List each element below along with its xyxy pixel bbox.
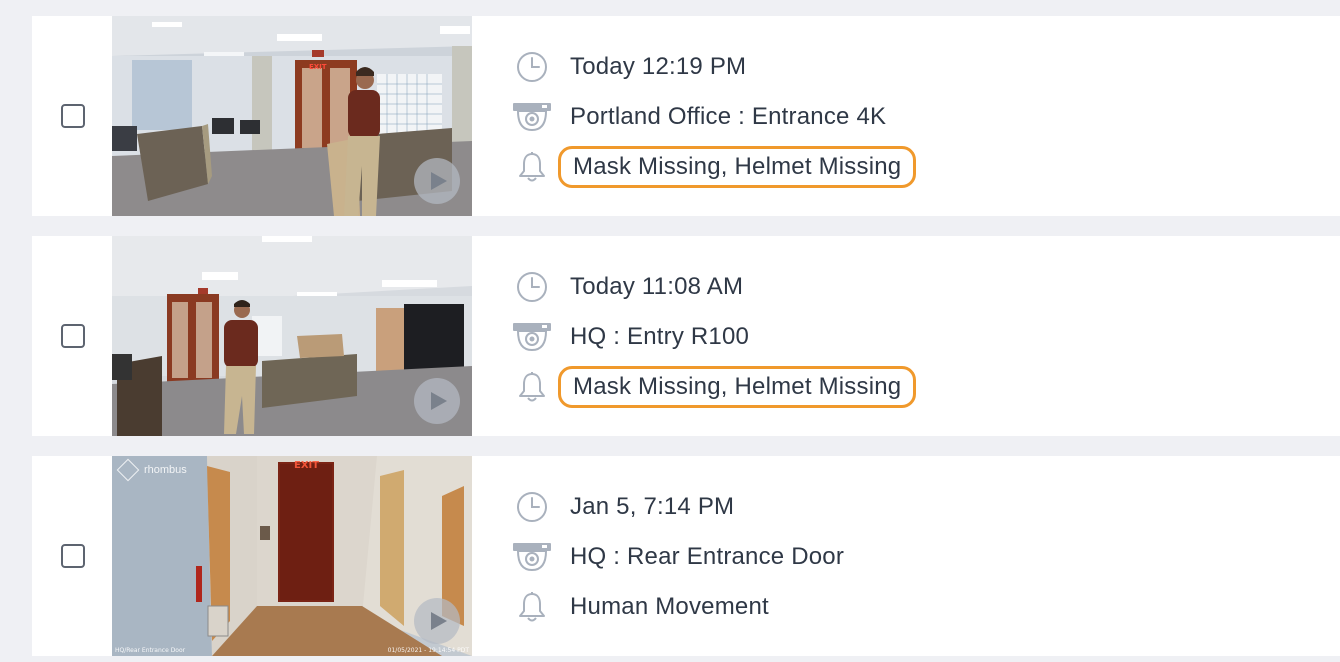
play-button[interactable] [414, 378, 460, 424]
alert-badge: Mask Missing, Helmet Missing [558, 146, 917, 188]
event-select-checkbox[interactable] [61, 104, 85, 128]
alert-badge: Mask Missing, Helmet Missing [558, 366, 917, 408]
alert-label: Human Movement [570, 593, 769, 620]
brand-logo-icon [116, 458, 140, 482]
event-time: Jan 5, 7:14 PM [570, 493, 735, 520]
event-camera-line: HQ : Rear Entrance Door [512, 540, 844, 574]
event-time-line: Today 11:08 AM [512, 270, 743, 304]
clock-icon [512, 270, 552, 304]
camera-name[interactable]: HQ : Rear Entrance Door [570, 543, 844, 571]
bell-icon [512, 590, 552, 624]
event-row[interactable]: Today 12:19 PM Portland Office : Entranc… [32, 16, 1340, 216]
event-camera-line: HQ : Entry R100 [512, 320, 749, 354]
camera-name[interactable]: Portland Office : Entrance 4K [570, 103, 886, 131]
bell-icon [512, 370, 552, 404]
event-time: Today 12:19 PM [570, 53, 747, 80]
event-thumbnail[interactable] [112, 16, 472, 216]
play-button[interactable] [414, 158, 460, 204]
event-select-checkbox[interactable] [61, 544, 85, 568]
event-list: Today 12:19 PM Portland Office : Entranc… [0, 0, 1340, 662]
camera-icon [512, 320, 552, 354]
camera-icon [512, 100, 552, 134]
event-select-checkbox[interactable] [61, 324, 85, 348]
event-time-line: Today 12:19 PM [512, 50, 746, 84]
bell-icon [512, 150, 552, 184]
event-alert-line: Mask Missing, Helmet Missing [512, 146, 917, 188]
exit-sign: EXIT [294, 460, 320, 471]
camera-name[interactable]: HQ : Entry R100 [570, 323, 749, 351]
clock-icon [512, 490, 552, 524]
play-button[interactable] [414, 598, 460, 644]
event-details: Jan 5, 7:14 PM HQ : Rear Entrance Door H… [512, 456, 1212, 656]
event-alert-line: Human Movement [512, 590, 769, 624]
event-row[interactable]: rhombus EXIT HQ/Rear Entrance Door 01/05… [32, 456, 1340, 656]
event-camera-line: Portland Office : Entrance 4K [512, 100, 886, 134]
camera-icon [512, 540, 552, 574]
event-details: Today 12:19 PM Portland Office : Entranc… [512, 16, 1212, 216]
camera-overlay-label: HQ/Rear Entrance Door [115, 647, 186, 654]
event-thumbnail[interactable] [112, 236, 472, 436]
exit-sign: EXIT [309, 63, 327, 71]
event-details: Today 11:08 AM HQ : Entry R100 Mask Miss… [512, 236, 1212, 436]
event-thumbnail[interactable]: rhombus EXIT HQ/Rear Entrance Door 01/05… [112, 456, 472, 656]
clock-icon [512, 50, 552, 84]
camera-brand: rhombus [116, 458, 187, 482]
event-time: Today 11:08 AM [570, 273, 744, 300]
camera-overlay-timestamp: 01/05/2021 - 19:14:54 PDT [387, 647, 469, 654]
event-alert-line: Mask Missing, Helmet Missing [512, 366, 917, 408]
event-time-line: Jan 5, 7:14 PM [512, 490, 734, 524]
event-row[interactable]: Today 11:08 AM HQ : Entry R100 Mask Miss… [32, 236, 1340, 436]
